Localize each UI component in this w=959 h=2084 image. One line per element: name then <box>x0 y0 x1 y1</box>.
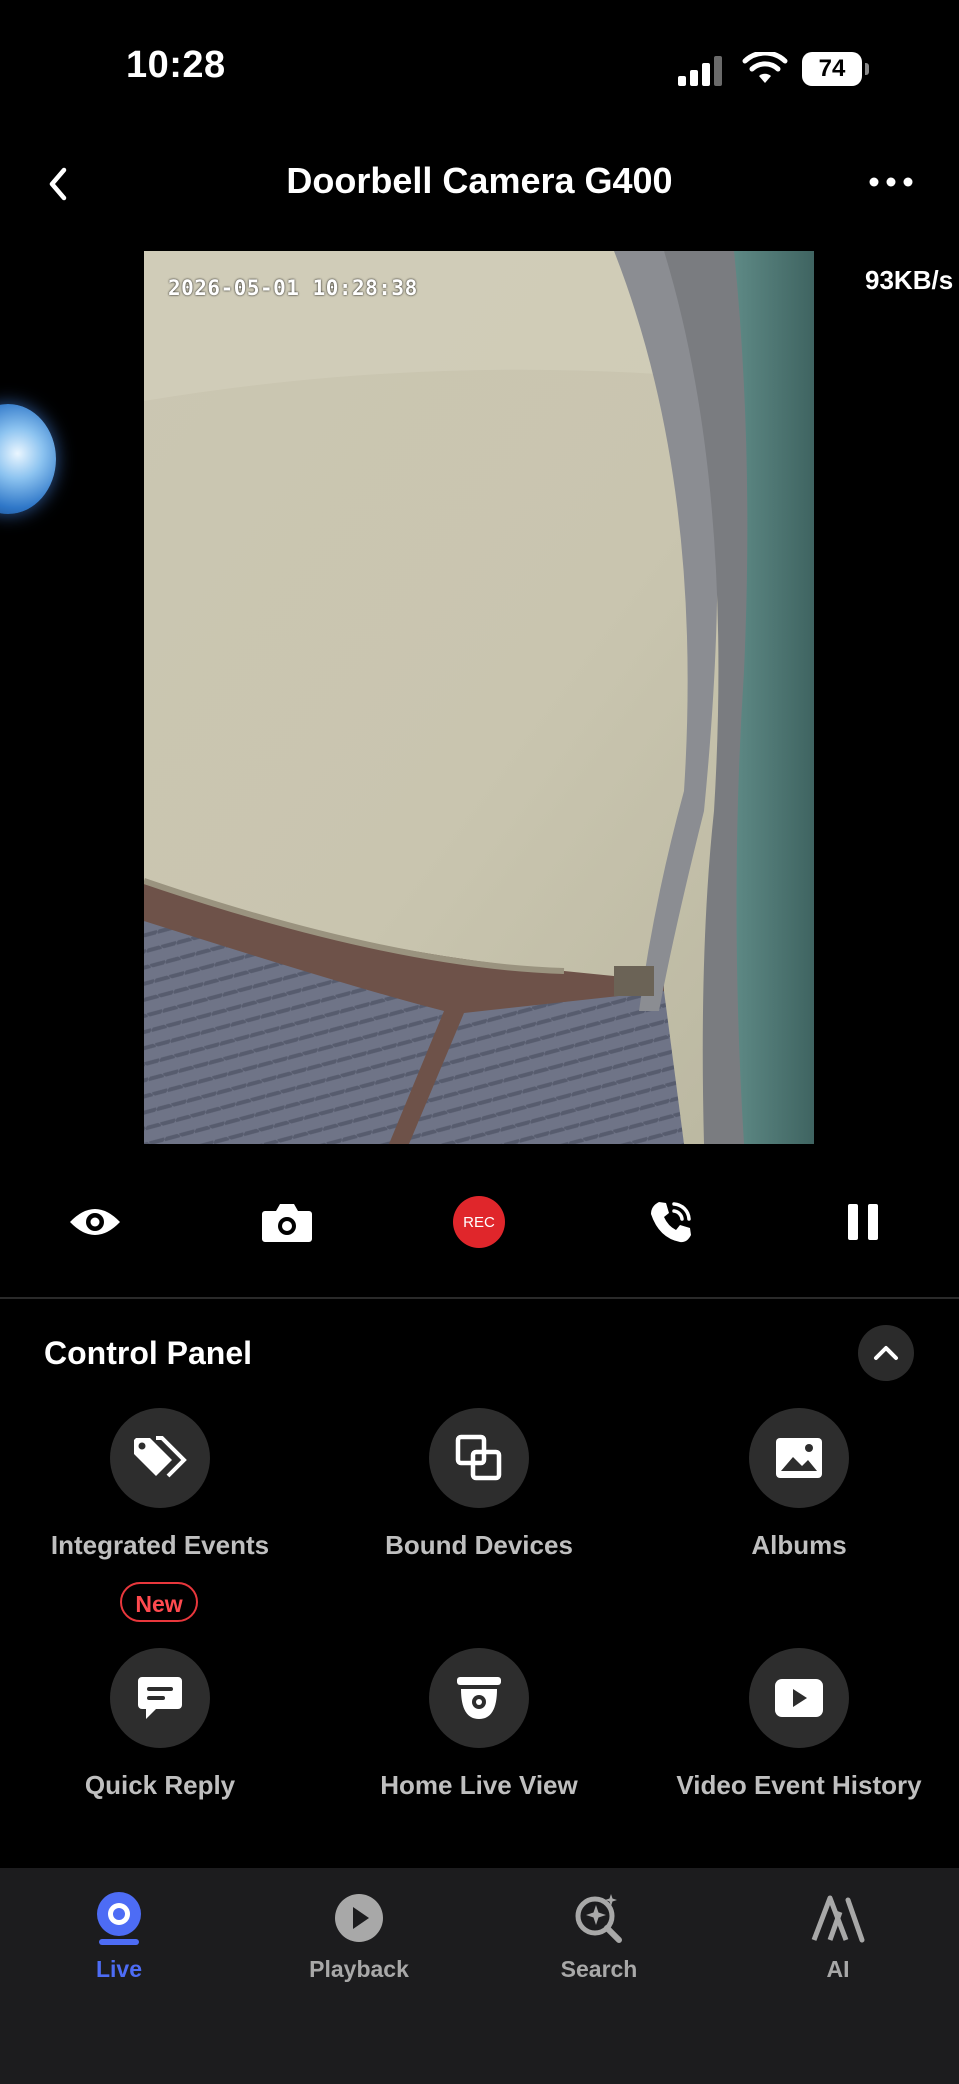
page-title: Doorbell Camera G400 <box>286 160 673 201</box>
phone-call-icon <box>651 1202 691 1243</box>
nav-live[interactable]: Live <box>39 1890 199 1983</box>
tile-label: Bound Devices <box>385 1530 573 1560</box>
ai-icon <box>811 1895 865 1943</box>
pause-button[interactable] <box>823 1190 903 1254</box>
quick-reply-tile[interactable]: Quick Reply <box>0 1648 320 1801</box>
floating-assistant-icon[interactable] <box>0 404 56 514</box>
tile-label: Quick Reply <box>84 1770 236 1800</box>
home-live-view-tile[interactable]: Home Live View <box>319 1648 639 1801</box>
snapshot-button[interactable] <box>247 1190 327 1254</box>
wifi-icon <box>742 52 788 83</box>
cellular-signal-icon <box>678 56 722 86</box>
privacy-view-button[interactable] <box>55 1190 135 1254</box>
tile-label: Home Live View <box>380 1770 578 1800</box>
nav-search[interactable]: Search <box>519 1890 679 1983</box>
live-icon <box>97 1892 141 1945</box>
bound-devices-icon <box>455 1434 502 1481</box>
camera-frame-image <box>144 251 814 1144</box>
tile-label: Video Event History <box>676 1770 922 1800</box>
nav-ai[interactable]: AI <box>758 1890 918 1983</box>
search-sparkle-icon <box>575 1894 622 1943</box>
chevron-up-icon <box>874 1346 898 1360</box>
image-icon <box>776 1438 822 1478</box>
eye-icon <box>70 1209 120 1235</box>
status-time: 10:28 <box>126 44 226 86</box>
pause-icon <box>848 1204 878 1240</box>
collapse-panel-button[interactable] <box>858 1325 914 1381</box>
more-options-icon[interactable] <box>864 162 918 202</box>
playback-icon <box>335 1894 383 1942</box>
live-video-feed[interactable] <box>144 251 814 1144</box>
dome-camera-icon <box>457 1677 501 1719</box>
control-panel-title: Control Panel <box>44 1335 253 1371</box>
nav-label: Search <box>560 1956 638 1982</box>
bitrate-readout: 93KB/s <box>865 265 954 295</box>
two-way-talk-button[interactable] <box>631 1190 711 1254</box>
message-icon <box>138 1677 182 1719</box>
play-icon <box>775 1679 823 1717</box>
nav-label: Live <box>95 1956 143 1982</box>
video-timestamp: 2026-05-01 10:28:38 <box>168 276 418 300</box>
nav-label: Playback <box>309 1956 409 1982</box>
camera-icon <box>262 1204 312 1242</box>
tag-icon <box>134 1436 187 1478</box>
nav-label: AI <box>826 1956 850 1982</box>
new-badge: New <box>120 1582 198 1622</box>
integrated-events-tile[interactable]: Integrated Events <box>0 1408 320 1561</box>
record-label: REC <box>463 1213 495 1231</box>
video-event-history-tile[interactable]: Video Event History <box>639 1648 959 1801</box>
record-button[interactable]: REC <box>439 1190 519 1254</box>
divider <box>0 1297 959 1299</box>
back-arrow-icon[interactable] <box>40 160 76 208</box>
bound-devices-tile[interactable]: Bound Devices <box>319 1408 639 1561</box>
battery-indicator: 74 <box>802 52 869 86</box>
albums-tile[interactable]: Albums <box>639 1408 959 1561</box>
tile-label: Integrated Events <box>50 1530 270 1560</box>
nav-playback[interactable]: Playback <box>279 1890 439 1983</box>
tile-label: Albums <box>751 1530 847 1560</box>
